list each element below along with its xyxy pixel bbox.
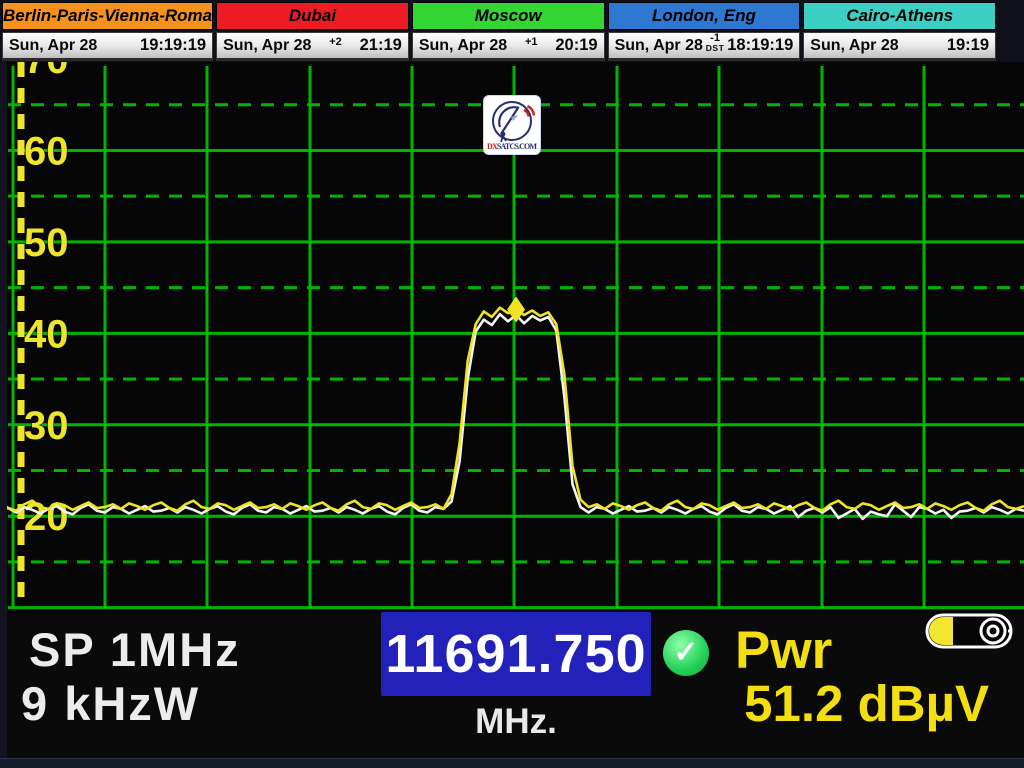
logo-text-rest: SATCS.COM [497, 142, 538, 151]
timezone-offset: +2 [326, 37, 346, 48]
svg-text:DXSATCS.COM: DXSATCS.COM [487, 142, 537, 151]
y-axis-tick-label: 50 [24, 221, 69, 265]
clock-time-cell: Sun, Apr 28 19:19:19 [2, 32, 213, 61]
y-axis-tick-label: 60 [24, 129, 69, 173]
clock-panel-cairo: Cairo-Athens Sun, Apr 28 19:19 [803, 2, 996, 61]
clock-panel-dubai: Dubai Sun, Apr 28 +2 21:19 [216, 2, 409, 61]
y-axis-tick-label: 70 [24, 62, 69, 82]
bandwidth-setting-label: 9 kHzW [21, 676, 200, 731]
timezone-offset: +1 [521, 37, 541, 48]
clock-time: 18:19:19 [727, 36, 793, 55]
clock-date: Sun, Apr 28 [419, 37, 507, 55]
max-hold-trace [0, 308, 1024, 511]
clock-time-cell: Sun, Apr 28 19:19 [803, 32, 996, 61]
frequency-unit-label: MHz. [381, 702, 651, 742]
clock-date: Sun, Apr 28 [810, 37, 898, 55]
satellite-dish-icon: DXSATCS.COM [484, 96, 540, 154]
y-axis-tick-label: 40 [24, 312, 69, 356]
clock-panel-berlin: Berlin-Paris-Vienna-Roma Sun, Apr 28 19:… [2, 2, 213, 61]
clock-time-cell: Sun, Apr 28 -1 DST 18:19:19 [608, 32, 801, 61]
clock-time: 20:19 [555, 36, 597, 55]
city-label: Moscow [412, 2, 605, 30]
spectrum-plot: 706050403020 DXSATCS.COM [0, 62, 1024, 614]
city-label: Berlin-Paris-Vienna-Roma [2, 2, 213, 30]
frequency-display[interactable]: 11691.750 [381, 612, 651, 696]
power-value: 51.2 dBµV [689, 674, 989, 733]
timezone-offset-dst: -1 DST [705, 33, 725, 53]
left-margin-strip [0, 62, 7, 756]
city-label: Cairo-Athens [803, 2, 996, 30]
clock-panel-moscow: Moscow Sun, Apr 28 +1 20:19 [412, 2, 605, 61]
clock-time: 19:19 [947, 36, 989, 55]
clock-panel-london: London, Eng Sun, Apr 28 -1 DST 18:19:19 [608, 2, 801, 61]
world-clock-bar: Berlin-Paris-Vienna-Roma Sun, Apr 28 19:… [2, 2, 996, 61]
clock-time-cell: Sun, Apr 28 +2 21:19 [216, 32, 409, 61]
status-bar: SP 1MHz 9 kHzW 11691.750 MHz. ✓ Pwr 51.2… [7, 614, 1024, 758]
clock-date: Sun, Apr 28 [9, 37, 97, 55]
bottom-edge-strip [0, 758, 1024, 768]
clock-time: 21:19 [360, 36, 402, 55]
dxsatcs-logo: DXSATCS.COM [484, 96, 540, 154]
clock-date: Sun, Apr 28 [223, 37, 311, 55]
power-toggle[interactable] [924, 610, 1014, 652]
clock-time: 19:19:19 [140, 36, 206, 55]
frequency-value: 11691.750 [385, 623, 646, 685]
live-trace [0, 314, 1024, 519]
power-label: Pwr [735, 620, 832, 681]
analyzer-screen: Berlin-Paris-Vienna-Roma Sun, Apr 28 19:… [0, 0, 1024, 768]
y-axis-tick-label: 30 [24, 404, 69, 448]
city-label: Dubai [216, 2, 409, 30]
clock-time-cell: Sun, Apr 28 +1 20:19 [412, 32, 605, 61]
clock-date: Sun, Apr 28 [615, 37, 703, 55]
span-setting-label: SP 1MHz [29, 622, 241, 677]
lock-ok-icon: ✓ [663, 630, 709, 676]
city-label: London, Eng [608, 2, 801, 30]
